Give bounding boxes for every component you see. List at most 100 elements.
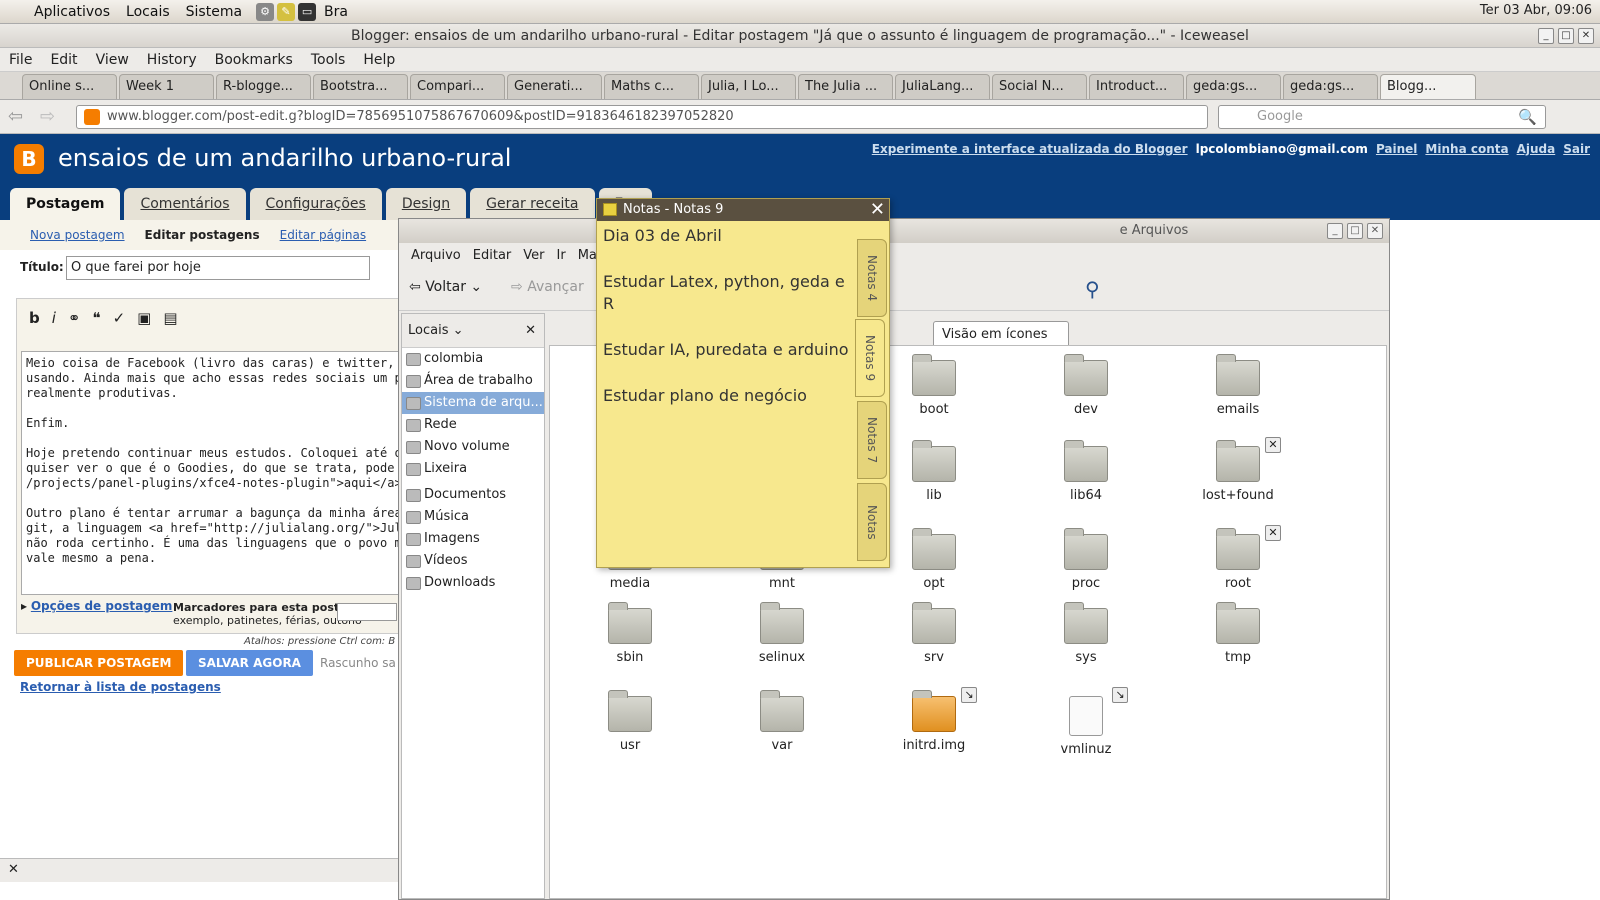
folder-item[interactable]: usr — [570, 690, 690, 753]
tab-bootstrap[interactable]: Bootstra... — [313, 74, 408, 99]
place-trash[interactable]: Lixeira — [402, 458, 544, 480]
tab-maths[interactable]: Maths c... — [604, 74, 699, 99]
new-interface-link[interactable]: Experimente a interface atualizada do Bl… — [872, 142, 1188, 156]
search-icon[interactable]: 🔍 — [1518, 108, 1537, 126]
blogger-logo-icon[interactable]: B — [14, 144, 44, 174]
notes-icon[interactable]: ✎ — [277, 2, 296, 21]
post-title-input[interactable]: O que farei por hoje — [66, 256, 370, 280]
folder-item[interactable]: srv — [874, 602, 994, 665]
maximize-button[interactable]: □ — [1558, 28, 1574, 44]
folder-item[interactable]: tmp — [1178, 602, 1298, 665]
file-item[interactable]: ↘ vmlinuz — [1026, 687, 1146, 757]
place-filesystem[interactable]: Sistema de arqu... — [402, 392, 544, 414]
place-network[interactable]: Rede — [402, 414, 544, 436]
menu-view[interactable]: View — [87, 52, 138, 68]
place-documents[interactable]: Documentos — [402, 484, 544, 506]
logout-link[interactable]: Sair — [1563, 142, 1590, 156]
fm-menu-go[interactable]: Ir — [551, 248, 572, 263]
place-desktop[interactable]: Área de trabalho — [402, 370, 544, 392]
tab-rblogger[interactable]: R-blogge... — [216, 74, 311, 99]
place-downloads[interactable]: Downloads — [402, 572, 544, 594]
url-input[interactable]: www.blogger.com/post-edit.g?blogID=78569… — [76, 105, 1208, 129]
place-colombia[interactable]: colombia — [402, 348, 544, 370]
tab-introduction[interactable]: Introduct... — [1089, 74, 1184, 99]
folder-item[interactable]: var — [722, 690, 842, 753]
labels-input[interactable] — [337, 603, 397, 621]
search-icon[interactable]: ⚲ — [1085, 277, 1100, 301]
fm-maximize-button[interactable]: □ — [1347, 223, 1363, 239]
fm-menu-file[interactable]: Arquivo — [405, 248, 467, 263]
save-now-button[interactable]: SALVAR AGORA — [186, 650, 313, 676]
menu-edit[interactable]: Edit — [41, 52, 86, 68]
folder-item[interactable]: lib64 — [1026, 440, 1146, 503]
italic-icon[interactable]: i — [52, 309, 56, 327]
places-header[interactable]: Locais ⌄ ✕ — [402, 314, 544, 348]
fm-forward-button[interactable]: ⇨ Avançar — [511, 279, 584, 295]
folder-item[interactable]: emails — [1178, 354, 1298, 417]
clock[interactable]: Ter 03 Abr, 09:06 — [1480, 3, 1592, 18]
menu-help[interactable]: Help — [354, 52, 404, 68]
tab-feed[interactable]: Gerar receita — [470, 188, 595, 220]
fm-back-button[interactable]: ⇦ Voltar ⌄ — [409, 279, 482, 295]
tab-generating[interactable]: Generati... — [507, 74, 602, 99]
file-item[interactable]: ↘ initrd.img — [874, 687, 994, 753]
publish-button[interactable]: PUBLICAR POSTAGEM — [14, 650, 184, 676]
fm-close-button[interactable]: ✕ — [1367, 223, 1383, 239]
folder-item[interactable]: sbin — [570, 602, 690, 665]
tab-julialang[interactable]: JuliaLang... — [895, 74, 990, 99]
account-link[interactable]: Minha conta — [1425, 142, 1508, 156]
panel-link[interactable]: Painel — [1376, 142, 1417, 156]
post-options-link[interactable]: Opções de postagem — [31, 599, 173, 613]
folder-item[interactable]: selinux — [722, 602, 842, 665]
place-images[interactable]: Imagens — [402, 528, 544, 550]
notes-tab-default[interactable]: Notas — [857, 483, 887, 561]
folder-item[interactable]: dev — [1026, 354, 1146, 417]
tab-geda1[interactable]: geda:gs... — [1186, 74, 1281, 99]
notes-tab-4[interactable]: Notas 4 — [857, 239, 887, 317]
tab-julia[interactable]: Julia, I Lo... — [701, 74, 796, 99]
tab-comparison[interactable]: Compari... — [410, 74, 505, 99]
tab-online[interactable]: Online s... — [22, 74, 117, 99]
tab-posting[interactable]: Postagem — [10, 188, 121, 220]
close-icon[interactable]: ✕ — [525, 314, 536, 348]
terminal-icon[interactable]: ▭ — [298, 2, 317, 21]
system-menu[interactable]: Sistema — [178, 4, 250, 20]
folder-item[interactable]: proc — [1026, 528, 1146, 591]
folder-item[interactable]: ✕ root — [1178, 525, 1298, 591]
bold-icon[interactable]: b — [29, 309, 40, 327]
tab-blogger[interactable]: Blogg... — [1380, 74, 1476, 99]
spellcheck-icon[interactable]: ✓ — [113, 309, 126, 327]
keyboard-layout[interactable]: Bra — [316, 4, 356, 20]
quote-icon[interactable]: ❝ — [93, 309, 101, 327]
folder-item[interactable]: sys — [1026, 602, 1146, 665]
folder-item[interactable]: boot — [874, 354, 994, 417]
tab-week1[interactable]: Week 1 — [119, 74, 214, 99]
search-input[interactable]: Google — [1218, 105, 1546, 129]
fm-menu-edit[interactable]: Editar — [467, 248, 518, 263]
tab-the-julia[interactable]: The Julia ... — [798, 74, 893, 99]
place-music[interactable]: Música — [402, 506, 544, 528]
expand-triangle-icon[interactable]: ▸ — [21, 599, 27, 613]
menu-tools[interactable]: Tools — [302, 52, 355, 68]
settings-icon[interactable]: ⚙ — [256, 2, 275, 21]
folder-item[interactable]: opt — [874, 528, 994, 591]
notes-tab-9[interactable]: Notas 9 — [855, 319, 885, 397]
menu-history[interactable]: History — [138, 52, 206, 68]
forward-arrow-icon[interactable]: ⇨ — [40, 106, 55, 127]
edit-pages-link[interactable]: Editar páginas — [280, 228, 366, 242]
minimize-button[interactable]: _ — [1538, 28, 1554, 44]
places-menu[interactable]: Locais — [118, 4, 178, 20]
folder-item[interactable]: ✕ lost+found — [1178, 437, 1298, 503]
fm-minimize-button[interactable]: _ — [1327, 223, 1343, 239]
menu-file[interactable]: File — [0, 52, 41, 68]
folder-item[interactable]: lib — [874, 440, 994, 503]
applications-menu[interactable]: Aplicativos — [0, 4, 118, 20]
place-new-volume[interactable]: Novo volume — [402, 436, 544, 458]
tab-comments[interactable]: Comentários — [124, 188, 246, 220]
note-content[interactable]: Dia 03 de Abril Estudar Latex, python, g… — [603, 225, 853, 431]
place-videos[interactable]: Vídeos — [402, 550, 544, 572]
notes-tab-7[interactable]: Notas 7 — [857, 401, 887, 479]
close-button[interactable]: ✕ — [1578, 28, 1594, 44]
back-arrow-icon[interactable]: ⇦ — [8, 106, 23, 127]
fm-menu-view[interactable]: Ver — [517, 248, 550, 263]
